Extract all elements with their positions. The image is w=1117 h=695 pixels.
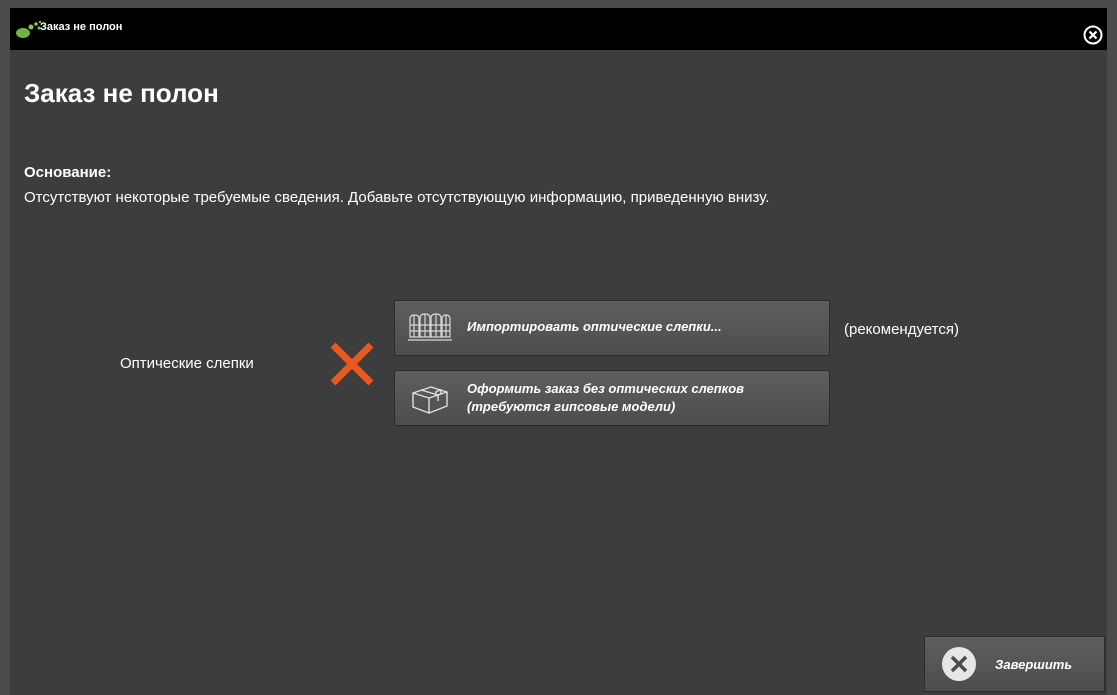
- finish-button[interactable]: Завершить: [924, 636, 1105, 692]
- page-title: Заказ не полон: [24, 78, 219, 108]
- title-bar: Заказ не полон: [10, 8, 1107, 50]
- dialog-window: Заказ не полон Заказ не полон Основание:…: [10, 8, 1107, 695]
- import-button-label: Импортировать оптические слепки...: [467, 319, 722, 334]
- reason-label: Основание:: [24, 164, 112, 181]
- dialog-content: Заказ не полон Основание: Отсутствуют не…: [10, 50, 1107, 695]
- teeth-scan-icon: [408, 313, 452, 341]
- finish-button-label: Завершить: [995, 657, 1073, 672]
- close-icon[interactable]: [1083, 25, 1103, 45]
- import-optical-scans-button[interactable]: Импортировать оптические слепки...: [394, 300, 830, 356]
- optical-scans-label: Оптические слепки: [120, 355, 254, 372]
- reason-text: Отсутствуют некоторые требуемые сведения…: [24, 189, 770, 206]
- x-mark-icon: [330, 342, 374, 386]
- order-without-scans-line2: (требуются гипсовые модели): [467, 399, 676, 414]
- order-without-scans-label: Оформить заказ без оптических слепков (т…: [467, 380, 744, 416]
- window-title: Заказ не полон: [40, 21, 123, 33]
- recommended-note: (рекомендуется): [844, 321, 959, 338]
- order-without-scans-line1: Оформить заказ без оптических слепков: [467, 381, 745, 396]
- order-without-scans-button[interactable]: Оформить заказ без оптических слепков (т…: [394, 370, 830, 426]
- box-icon: [412, 386, 448, 414]
- close-circle-icon: [942, 647, 976, 681]
